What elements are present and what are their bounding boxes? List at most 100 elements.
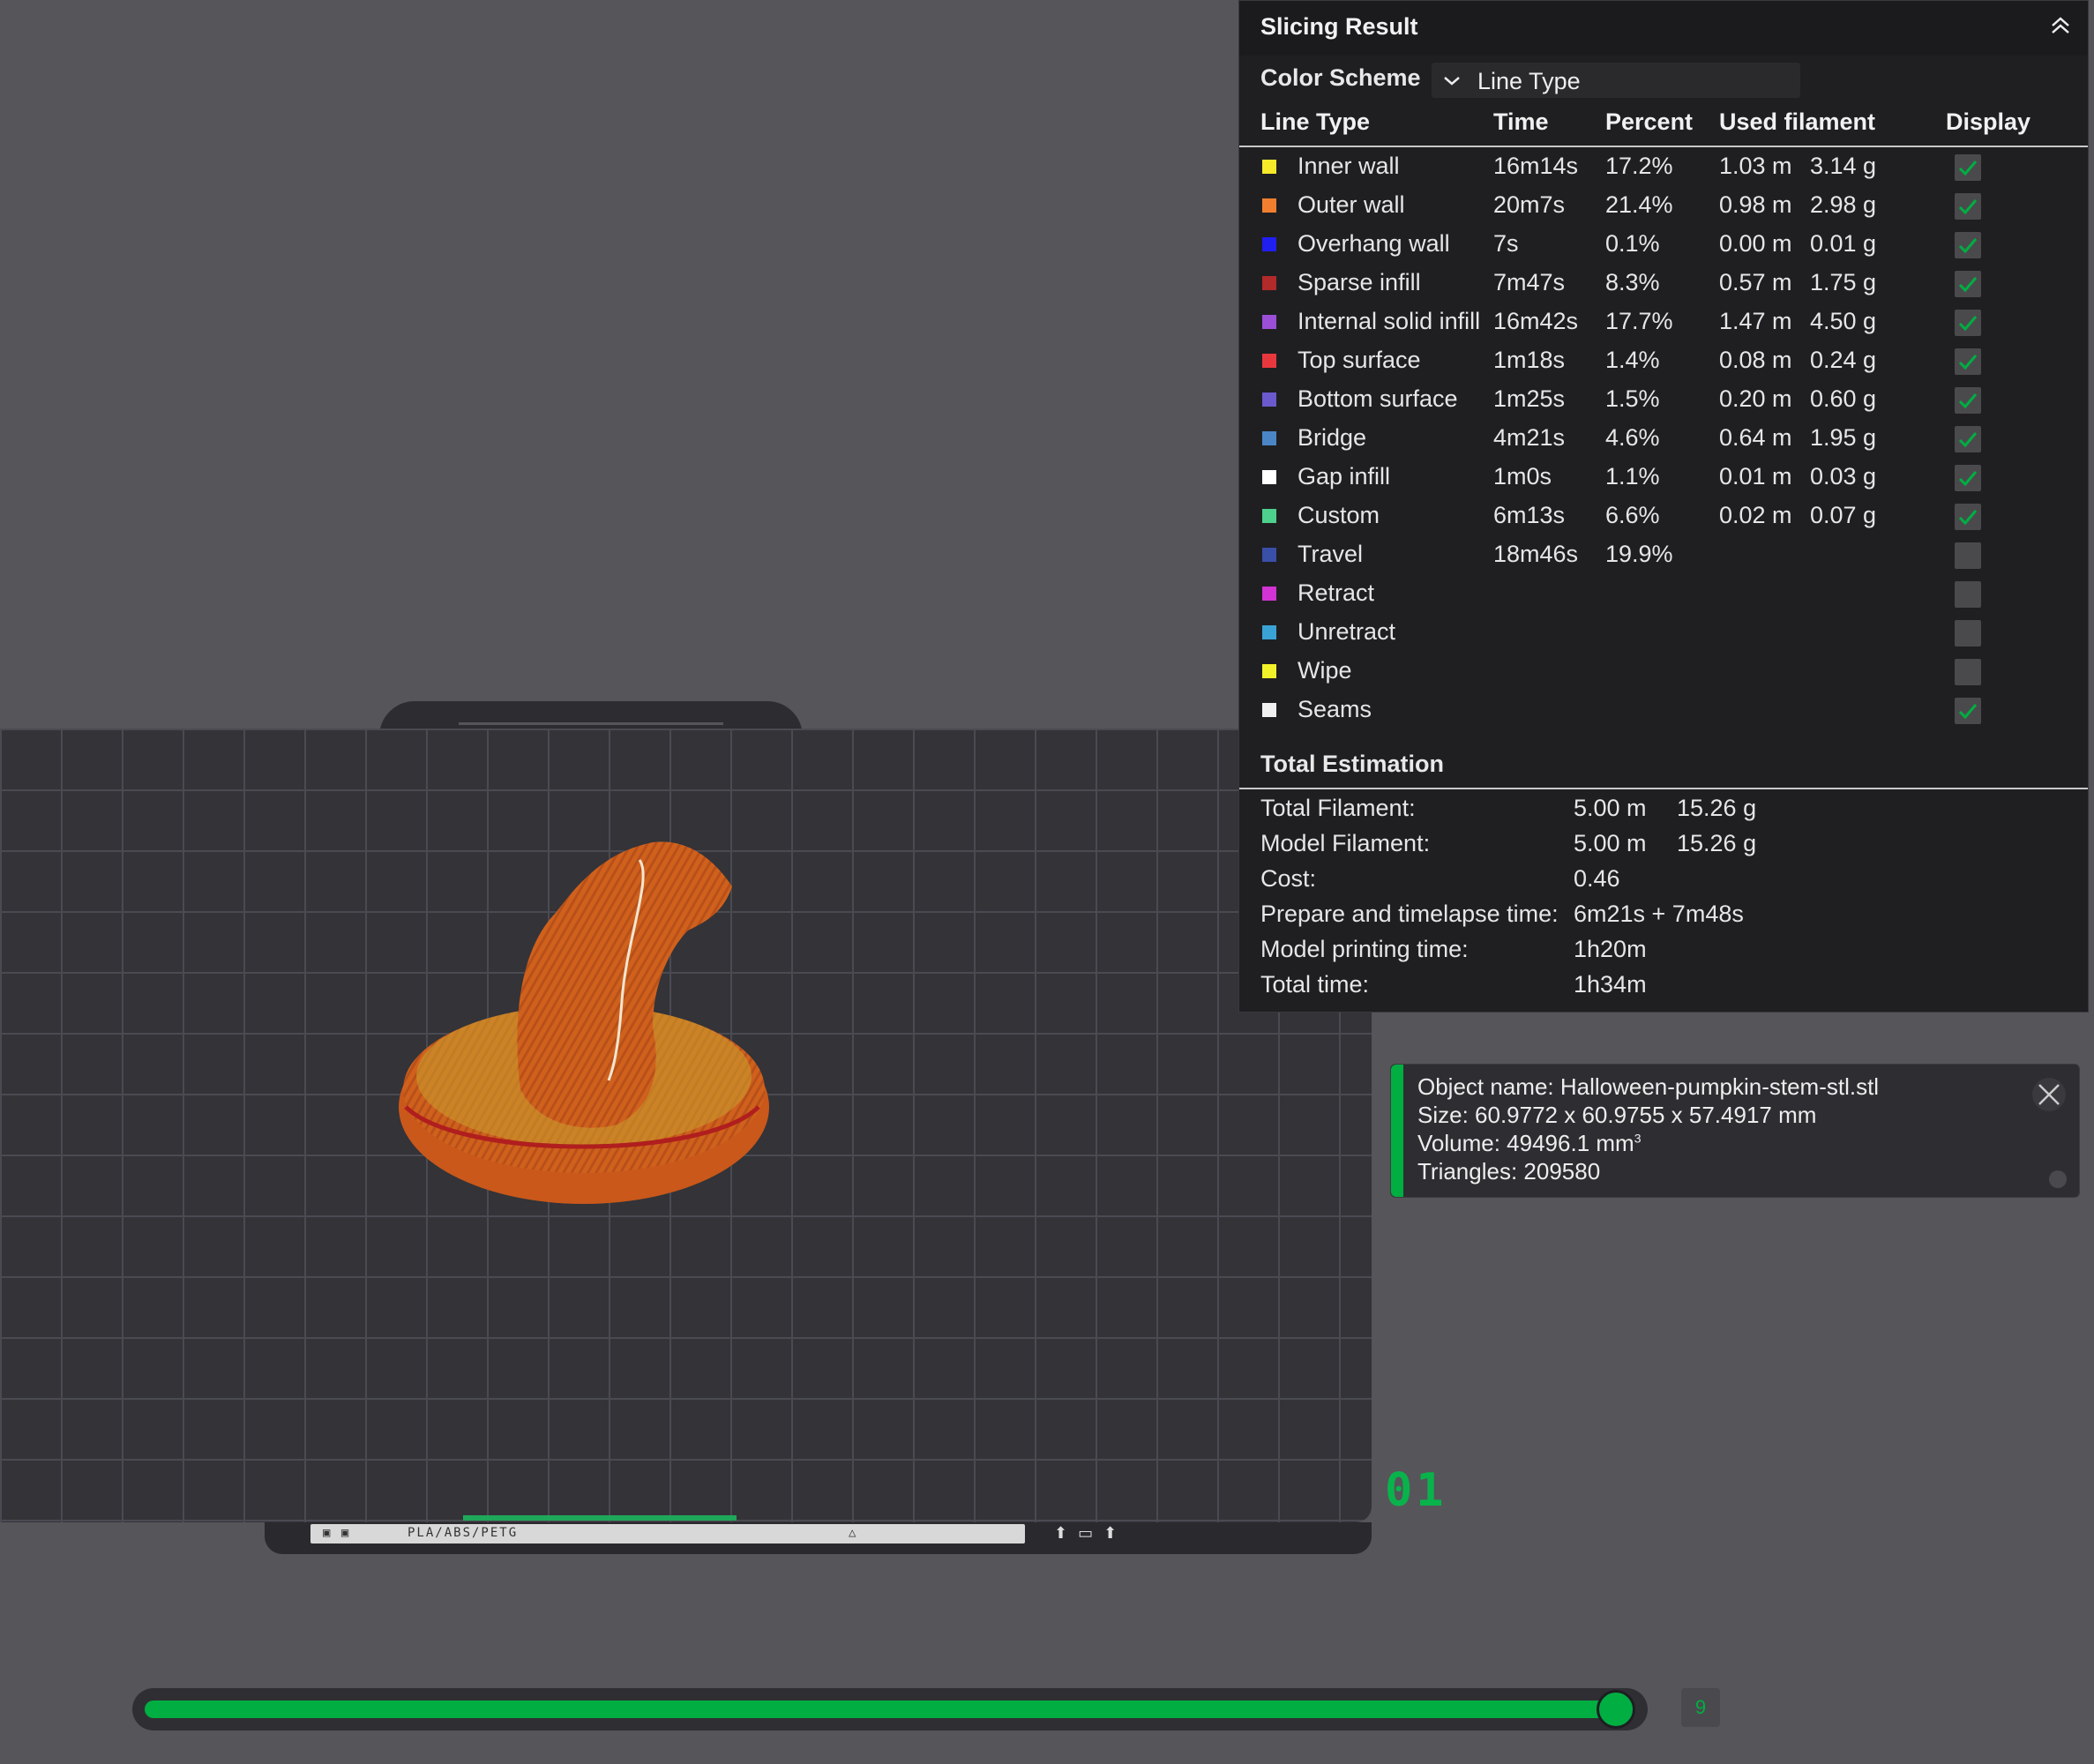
display-checkbox[interactable] — [1955, 426, 1981, 452]
checkmark-icon — [1958, 510, 1978, 526]
line-type-percent: 6.6% — [1605, 502, 1660, 528]
estimation-row: Total Filament: 5.00 m 15.26 g — [1239, 793, 2088, 828]
layer-slider-value[interactable]: 9 — [1681, 1688, 1720, 1727]
line-type-color-swatch — [1262, 315, 1276, 329]
line-type-length: 0.98 m — [1719, 191, 1792, 218]
display-checkbox[interactable] — [1955, 387, 1981, 414]
line-type-name: Top surface — [1298, 347, 1421, 373]
total-estimation-list: Total Filament: 5.00 m 15.26 g Model Filame… — [1239, 793, 2088, 1005]
object-info-accent-bar — [1391, 1065, 1403, 1197]
line-type-color-swatch — [1262, 470, 1276, 484]
display-checkbox[interactable] — [1955, 504, 1981, 530]
display-checkbox[interactable] — [1955, 310, 1981, 336]
estimation-row: Prepare and timelapse time: 6m21s + 7m48s — [1239, 899, 2088, 934]
line-type-name: Inner wall — [1298, 153, 1400, 179]
close-icon[interactable] — [2031, 1077, 2067, 1112]
display-checkbox[interactable] — [1955, 271, 1981, 297]
display-checkbox[interactable] — [1955, 154, 1981, 181]
color-scheme-label: Color Scheme — [1260, 64, 1421, 91]
line-type-color-swatch — [1262, 625, 1276, 639]
column-header-percent: Percent — [1605, 108, 1694, 135]
display-checkbox[interactable] — [1955, 542, 1981, 569]
estimation-label: Prepare and timelapse time: — [1260, 901, 1559, 927]
panel-header: Slicing Result — [1239, 1, 2088, 56]
minimize-icon[interactable] — [2049, 1170, 2067, 1188]
layer-slider[interactable] — [132, 1688, 1648, 1730]
line-type-row: Custom 6m13s 6.6% 0.02 m 0.07 g — [1239, 500, 2088, 539]
line-type-length: 0.00 m — [1719, 230, 1792, 257]
line-type-name: Sparse infill — [1298, 269, 1421, 295]
display-checkbox[interactable] — [1955, 348, 1981, 375]
line-type-row: Seams — [1239, 694, 2088, 733]
display-checkbox[interactable] — [1955, 620, 1981, 647]
line-type-length: 0.20 m — [1719, 385, 1792, 412]
checkmark-icon — [1958, 316, 1978, 332]
estimation-v1: 1h20m — [1574, 936, 1647, 962]
plate-progress-mark — [463, 1515, 737, 1521]
estimation-v1: 6m21s + 7m48s — [1574, 901, 1744, 927]
display-checkbox[interactable] — [1955, 659, 1981, 685]
line-type-time: 16m42s — [1493, 308, 1579, 334]
panel-title: Slicing Result — [1260, 13, 1418, 40]
estimation-label: Model Filament: — [1260, 830, 1431, 856]
layer-slider-thumb[interactable] — [1597, 1690, 1635, 1729]
line-type-weight: 0.07 g — [1810, 502, 1877, 528]
line-type-name: Travel — [1298, 541, 1364, 567]
line-type-length: 1.47 m — [1719, 308, 1792, 334]
line-type-row: Outer wall 20m7s 21.4% 0.98 m 2.98 g — [1239, 190, 2088, 228]
chevron-down-icon — [1444, 77, 1460, 86]
checkmark-icon — [1958, 393, 1978, 409]
column-header-display: Display — [1946, 108, 2031, 135]
color-scheme-dropdown[interactable]: Line Type — [1432, 63, 1800, 98]
line-type-time: 1m18s — [1493, 347, 1566, 373]
checkmark-icon — [1958, 355, 1978, 370]
line-type-row: Gap infill 1m0s 1.1% 0.01 m 0.03 g — [1239, 461, 2088, 500]
estimation-v2: 15.26 g — [1677, 795, 1757, 821]
estimation-label: Total Filament: — [1260, 795, 1416, 821]
line-type-color-swatch — [1262, 587, 1276, 601]
line-type-row: Bridge 4m21s 4.6% 0.64 m 1.95 g — [1239, 422, 2088, 461]
line-type-color-swatch — [1262, 664, 1276, 678]
display-checkbox[interactable] — [1955, 698, 1981, 724]
total-estimation-title: Total Estimation — [1260, 751, 1445, 777]
plate-warning-icon: △ — [849, 1526, 858, 1540]
line-type-name: Gap infill — [1298, 463, 1391, 490]
line-type-color-swatch — [1262, 276, 1276, 290]
line-type-length: 0.01 m — [1719, 463, 1792, 490]
line-type-row: Sparse infill 7m47s 8.3% 0.57 m 1.75 g — [1239, 267, 2088, 306]
collapse-chevron-up-icon[interactable] — [2047, 13, 2074, 40]
line-type-percent: 1.4% — [1605, 347, 1660, 373]
line-type-row: Top surface 1m18s 1.4% 0.08 m 0.24 g — [1239, 345, 2088, 384]
sliced-model-preview[interactable] — [388, 825, 776, 1222]
display-checkbox[interactable] — [1955, 581, 1981, 608]
line-type-length: 1.03 m — [1719, 153, 1792, 179]
line-type-color-swatch — [1262, 237, 1276, 251]
plate-label-strip: ▣ ▣ PLA/ABS/PETG △ — [310, 1524, 1025, 1544]
line-type-time: 20m7s — [1493, 191, 1566, 218]
line-type-name: Retract — [1298, 579, 1375, 606]
plate-tab-line — [459, 722, 723, 725]
line-type-color-swatch — [1262, 198, 1276, 213]
layer-slider-fill — [145, 1700, 1616, 1718]
estimation-row: Model printing time: 1h20m — [1239, 934, 2088, 969]
estimation-label: Model printing time: — [1260, 936, 1469, 962]
line-type-color-swatch — [1262, 354, 1276, 368]
line-type-weight: 0.03 g — [1810, 463, 1877, 490]
display-checkbox[interactable] — [1955, 465, 1981, 491]
display-checkbox[interactable] — [1955, 232, 1981, 258]
line-type-percent: 17.2% — [1605, 153, 1673, 179]
line-type-time: 6m13s — [1493, 502, 1566, 528]
line-type-time: 18m46s — [1493, 541, 1579, 567]
line-type-weight: 2.98 g — [1810, 191, 1877, 218]
line-type-color-swatch — [1262, 392, 1276, 407]
line-type-row: Bottom surface 1m25s 1.5% 0.20 m 0.60 g — [1239, 384, 2088, 422]
line-type-percent: 17.7% — [1605, 308, 1673, 334]
line-type-percent: 4.6% — [1605, 424, 1660, 451]
line-type-row: Overhang wall 7s 0.1% 0.00 m 0.01 g — [1239, 228, 2088, 267]
line-type-percent: 1.1% — [1605, 463, 1660, 490]
object-volume-unit: 3 — [1634, 1131, 1642, 1146]
estimation-row: Total time: 1h34m — [1239, 969, 2088, 1005]
line-type-name: Bottom surface — [1298, 385, 1458, 412]
display-checkbox[interactable] — [1955, 193, 1981, 220]
estimation-row: Model Filament: 5.00 m 15.26 g — [1239, 828, 2088, 863]
